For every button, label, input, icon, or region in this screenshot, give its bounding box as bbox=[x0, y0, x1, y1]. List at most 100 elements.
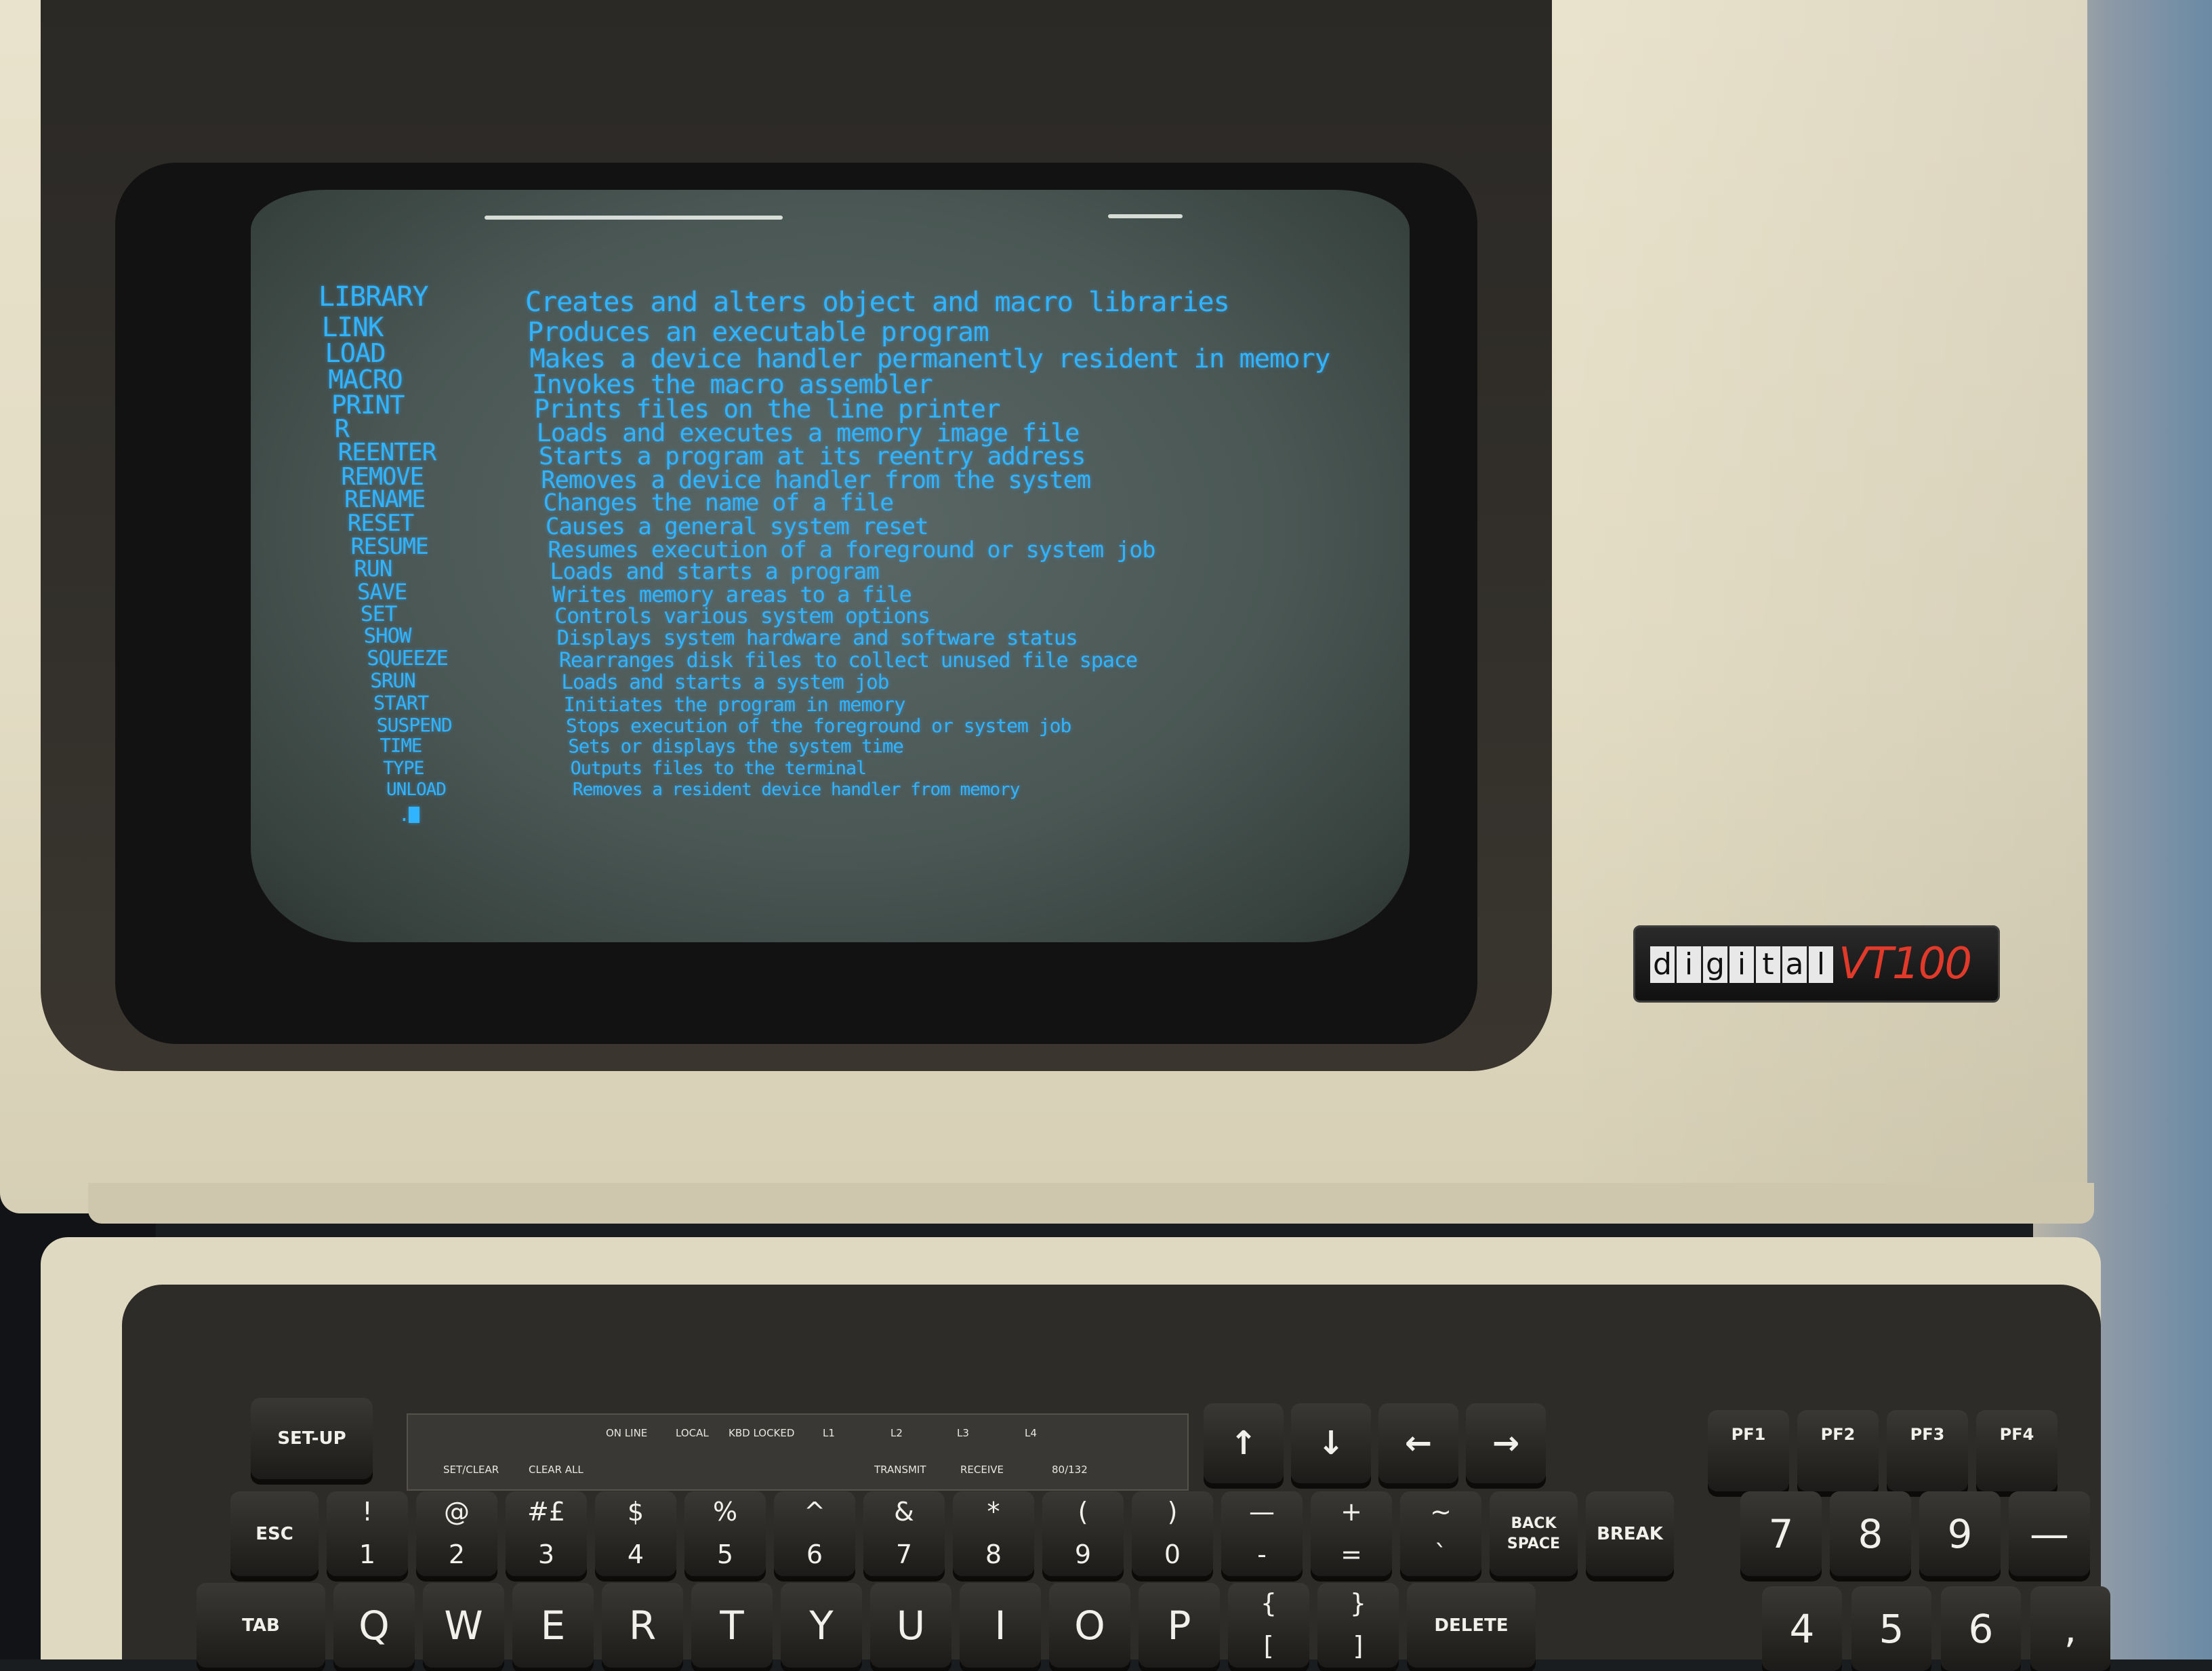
command-name: SET bbox=[360, 601, 398, 626]
command-description: Outputs files to the terminal bbox=[570, 758, 867, 780]
key-legend: SET-UP bbox=[277, 1428, 346, 1449]
arrow-key[interactable]: ← bbox=[1378, 1403, 1458, 1483]
letter-key[interactable]: E bbox=[512, 1583, 594, 1668]
number-row-key[interactable]: ~ ` bbox=[1400, 1491, 1481, 1576]
key-legend: ! bbox=[362, 1497, 373, 1527]
key-legend: #£ bbox=[527, 1497, 566, 1527]
command-description: Rearranges disk files to collect unused … bbox=[559, 648, 1138, 672]
key-legend: } bbox=[1349, 1588, 1367, 1618]
led-panel: ON LINE LOCAL KBD LOCKED L1 L2 L3 L4 SET… bbox=[407, 1413, 1189, 1491]
letter-key[interactable]: {[ bbox=[1228, 1583, 1309, 1668]
logo-letter: t bbox=[1756, 946, 1780, 983]
key-legend: → bbox=[1492, 1424, 1520, 1462]
command-name: SUSPEND bbox=[376, 713, 453, 736]
model-name: VT100 bbox=[1839, 939, 1972, 989]
command-name: SAVE bbox=[357, 579, 407, 605]
back-space-key[interactable]: BACK SPACE bbox=[1490, 1491, 1578, 1576]
letter-key[interactable]: Q bbox=[333, 1583, 415, 1668]
key-legend: 3 bbox=[537, 1539, 555, 1569]
number-row-key[interactable]: @2 bbox=[416, 1491, 497, 1576]
command-description: Loads and starts a system job bbox=[561, 670, 889, 694]
letter-key[interactable]: U bbox=[870, 1583, 951, 1668]
key-legend: U bbox=[896, 1602, 926, 1649]
arrow-key[interactable]: ↑ bbox=[1204, 1403, 1284, 1483]
key-legend: - bbox=[1257, 1539, 1267, 1569]
key-legend: E bbox=[540, 1602, 566, 1649]
delete-key[interactable]: DELETE bbox=[1407, 1583, 1536, 1668]
keypad-key[interactable]: , bbox=[2030, 1586, 2110, 1671]
text-cursor bbox=[409, 807, 419, 823]
keypad-key[interactable]: 8 bbox=[1830, 1491, 1911, 1576]
letter-key[interactable]: Y bbox=[781, 1583, 862, 1668]
key-legend: 6 bbox=[806, 1539, 823, 1569]
number-row-key[interactable]: ^ 6 bbox=[774, 1491, 855, 1576]
number-row-key[interactable]: ! 1 bbox=[327, 1491, 408, 1576]
command-name: UNLOAD bbox=[386, 780, 447, 800]
led-label: L3 bbox=[957, 1427, 969, 1439]
pf-key[interactable]: PF4 bbox=[1976, 1410, 2057, 1491]
keypad-key[interactable]: 9 bbox=[1919, 1491, 2001, 1576]
number-row-key[interactable]: — - bbox=[1221, 1491, 1303, 1576]
letter-key[interactable]: }] bbox=[1317, 1583, 1399, 1668]
keypad-key[interactable]: 5 bbox=[1851, 1586, 1931, 1671]
key-legend: ↓ bbox=[1317, 1424, 1345, 1462]
number-row-key[interactable]: #£ 3 bbox=[506, 1491, 587, 1576]
number-row-key[interactable]: & 7 bbox=[863, 1491, 945, 1576]
pf-key[interactable]: PF1 bbox=[1708, 1410, 1789, 1491]
arrow-key[interactable]: ↓ bbox=[1291, 1403, 1371, 1483]
number-row-key[interactable]: % 5 bbox=[684, 1491, 766, 1576]
letter-key[interactable]: W bbox=[423, 1583, 504, 1668]
number-row-key[interactable]: (9 bbox=[1042, 1491, 1124, 1576]
led-label: L4 bbox=[1025, 1427, 1037, 1439]
command-name: TYPE bbox=[383, 757, 424, 779]
keypad-key[interactable]: 4 bbox=[1762, 1586, 1842, 1671]
key-legend: BACK SPACE bbox=[1507, 1514, 1561, 1552]
command-description: Initiates the program in memory bbox=[563, 692, 906, 716]
letter-key[interactable]: R bbox=[602, 1583, 683, 1668]
key-legend: 7 bbox=[895, 1539, 913, 1569]
tab-key[interactable]: TAB bbox=[197, 1583, 325, 1668]
key-legend: 5 bbox=[716, 1539, 734, 1569]
led-label: ON LINE bbox=[606, 1427, 648, 1439]
key-legend: $ bbox=[627, 1497, 644, 1527]
break-key[interactable]: BREAK bbox=[1586, 1491, 1674, 1576]
key-legend: 6 bbox=[1968, 1605, 1994, 1652]
letter-key[interactable]: P bbox=[1139, 1583, 1220, 1668]
key-legend: 8 bbox=[1858, 1510, 1883, 1557]
key-legend: O bbox=[1074, 1602, 1105, 1649]
function-label: SET/CLEAR bbox=[443, 1464, 499, 1476]
key-legend: I bbox=[994, 1602, 1006, 1649]
key-legend: R bbox=[628, 1602, 657, 1649]
arrow-key[interactable]: → bbox=[1466, 1403, 1546, 1483]
letter-key[interactable]: O bbox=[1049, 1583, 1130, 1668]
key-legend: , bbox=[2064, 1605, 2077, 1652]
key-legend: 5 bbox=[1879, 1605, 1904, 1652]
function-label: TRANSMIT bbox=[874, 1464, 926, 1476]
number-row-key[interactable]: * 8 bbox=[953, 1491, 1034, 1576]
keypad-key[interactable]: 7 bbox=[1740, 1491, 1822, 1576]
keypad-key[interactable]: — bbox=[2009, 1491, 2090, 1576]
key-legend: — bbox=[2030, 1510, 2069, 1557]
letter-key[interactable]: I bbox=[960, 1583, 1041, 1668]
key-legend: ~ bbox=[1430, 1497, 1452, 1527]
number-row-key[interactable]: ) 0 bbox=[1132, 1491, 1213, 1576]
key-legend: 4 bbox=[1789, 1605, 1815, 1652]
logo-letter: g bbox=[1703, 946, 1727, 983]
key-legend: T bbox=[720, 1602, 744, 1649]
letter-key[interactable]: T bbox=[691, 1583, 773, 1668]
command-description: Controls various system options bbox=[554, 603, 930, 628]
function-label: RECEIVE bbox=[960, 1464, 1004, 1476]
pf-key[interactable]: PF2 bbox=[1797, 1410, 1879, 1491]
number-row-key[interactable]: $4 bbox=[595, 1491, 676, 1576]
number-row-key[interactable]: + = bbox=[1311, 1491, 1392, 1576]
pf-key[interactable]: PF3 bbox=[1887, 1410, 1968, 1491]
digital-vt100-badge: d i g i t a l VT100 bbox=[1633, 925, 2000, 1003]
key-legend: ( bbox=[1078, 1497, 1088, 1527]
setup-key[interactable]: SET-UP bbox=[251, 1398, 373, 1479]
key-legend: * bbox=[987, 1497, 1000, 1527]
command-prompt: . bbox=[398, 803, 410, 826]
key-legend: 9 bbox=[1947, 1510, 1973, 1557]
key-legend: 2 bbox=[448, 1539, 466, 1569]
esc-key[interactable]: ESC bbox=[230, 1491, 319, 1576]
keypad-key[interactable]: 6 bbox=[1941, 1586, 2021, 1671]
